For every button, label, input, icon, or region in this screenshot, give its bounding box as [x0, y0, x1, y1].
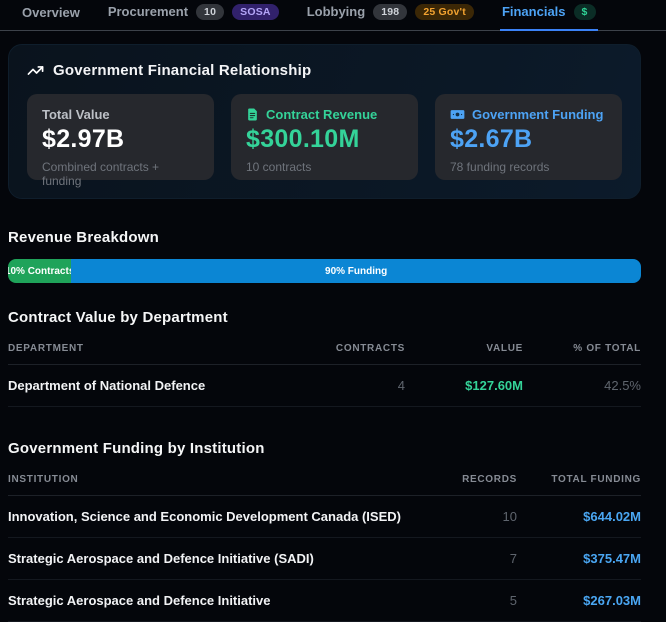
col-total-funding: Total Funding	[517, 459, 641, 496]
pct-of-total: 42.5%	[523, 365, 641, 407]
stat-contract-revenue-label: Contract Revenue	[246, 107, 403, 122]
financial-relationship-card: Government Financial Relationship Total …	[8, 44, 641, 199]
contracts-table-header-row: Department Contracts Value % of Total	[8, 328, 641, 365]
institution-name: Innovation, Science and Economic Develop…	[8, 496, 405, 538]
col-pct-of-total: % of Total	[523, 328, 641, 365]
table-row[interactable]: Department of National Defence 4 $127.60…	[8, 365, 641, 407]
institution-name: Strategic Aerospace and Defence Initiati…	[8, 538, 405, 580]
records-count: 10	[405, 496, 517, 538]
tab-bar: Overview Procurement 10 SOSA Lobbying 19…	[0, 0, 666, 31]
government-funding-section: Government Funding by Institution Instit…	[8, 440, 641, 622]
dollar-badge: $	[574, 4, 596, 21]
total-funding-value: $644.02M	[517, 496, 641, 538]
funding-table: Institution Records Total Funding Innova…	[8, 459, 641, 622]
stat-row: Total Value $2.97B Combined contracts + …	[27, 94, 622, 180]
revenue-breakdown-title: Revenue Breakdown	[8, 229, 641, 246]
col-institution: Institution	[8, 459, 405, 496]
tab-overview-label: Overview	[22, 5, 80, 20]
contract-value-section: Contract Value by Department Department …	[8, 309, 641, 407]
contracts-table: Department Contracts Value % of Total De…	[8, 328, 641, 407]
lobbying-count-badge: 198	[373, 4, 407, 21]
funding-table-header-row: Institution Records Total Funding	[8, 459, 641, 496]
total-funding-value: $267.03M	[517, 580, 641, 622]
procurement-count-badge: 10	[196, 4, 224, 21]
contracts-count: 4	[295, 365, 405, 407]
revenue-breakdown-section: Revenue Breakdown 10% Contracts 90% Fund…	[8, 229, 641, 283]
tab-financials-label: Financials	[502, 4, 566, 19]
stat-contract-revenue-sub: 10 contracts	[246, 160, 403, 174]
col-value: Value	[405, 328, 523, 365]
stat-total-value-sub: Combined contracts + funding	[42, 160, 199, 188]
table-row[interactable]: Strategic Aerospace and Defence Initiati…	[8, 538, 641, 580]
tab-procurement-label: Procurement	[108, 4, 188, 19]
contract-value: $127.60M	[405, 365, 523, 407]
col-contracts: Contracts	[295, 328, 405, 365]
col-records: Records	[405, 459, 517, 496]
stat-government-funding-amount: $2.67B	[450, 125, 607, 154]
hero-title: Government Financial Relationship	[53, 62, 311, 79]
stat-total-value: Total Value $2.97B Combined contracts + …	[27, 94, 214, 180]
trending-up-icon	[27, 62, 44, 79]
financials-page: Overview Procurement 10 SOSA Lobbying 19…	[0, 0, 666, 622]
contract-value-title: Contract Value by Department	[8, 309, 641, 326]
tab-procurement[interactable]: Procurement 10 SOSA	[106, 0, 281, 31]
stat-government-funding: Government Funding $2.67B 78 funding rec…	[435, 94, 622, 180]
funding-segment: 90% Funding	[71, 259, 641, 283]
department-name: Department of National Defence	[8, 365, 295, 407]
sosa-badge: SOSA	[232, 4, 279, 21]
table-row[interactable]: Innovation, Science and Economic Develop…	[8, 496, 641, 538]
stat-total-value-label: Total Value	[42, 107, 199, 122]
table-row[interactable]: Strategic Aerospace and Defence Initiati…	[8, 580, 641, 622]
stat-contract-revenue-amount: $300.10M	[246, 125, 403, 154]
hero-header: Government Financial Relationship	[27, 62, 622, 79]
revenue-breakdown-bar: 10% Contracts 90% Funding	[8, 259, 641, 283]
file-text-icon	[246, 108, 259, 121]
tab-financials[interactable]: Financials $	[500, 0, 598, 31]
col-department: Department	[8, 328, 295, 365]
stat-total-value-amount: $2.97B	[42, 125, 199, 154]
records-count: 7	[405, 538, 517, 580]
tab-lobbying-label: Lobbying	[307, 4, 366, 19]
stat-government-funding-sub: 78 funding records	[450, 160, 607, 174]
stat-government-funding-label: Government Funding	[450, 107, 607, 122]
government-funding-title: Government Funding by Institution	[8, 440, 641, 457]
institution-name: Strategic Aerospace and Defence Initiati…	[8, 580, 405, 622]
gov-count-badge: 25 Gov't	[415, 4, 474, 21]
tab-lobbying[interactable]: Lobbying 198 25 Gov't	[305, 0, 476, 31]
contracts-segment: 10% Contracts	[8, 259, 71, 283]
stat-contract-revenue: Contract Revenue $300.10M 10 contracts	[231, 94, 418, 180]
tab-overview[interactable]: Overview	[20, 0, 82, 31]
total-funding-value: $375.47M	[517, 538, 641, 580]
records-count: 5	[405, 580, 517, 622]
banknote-icon	[450, 108, 465, 121]
